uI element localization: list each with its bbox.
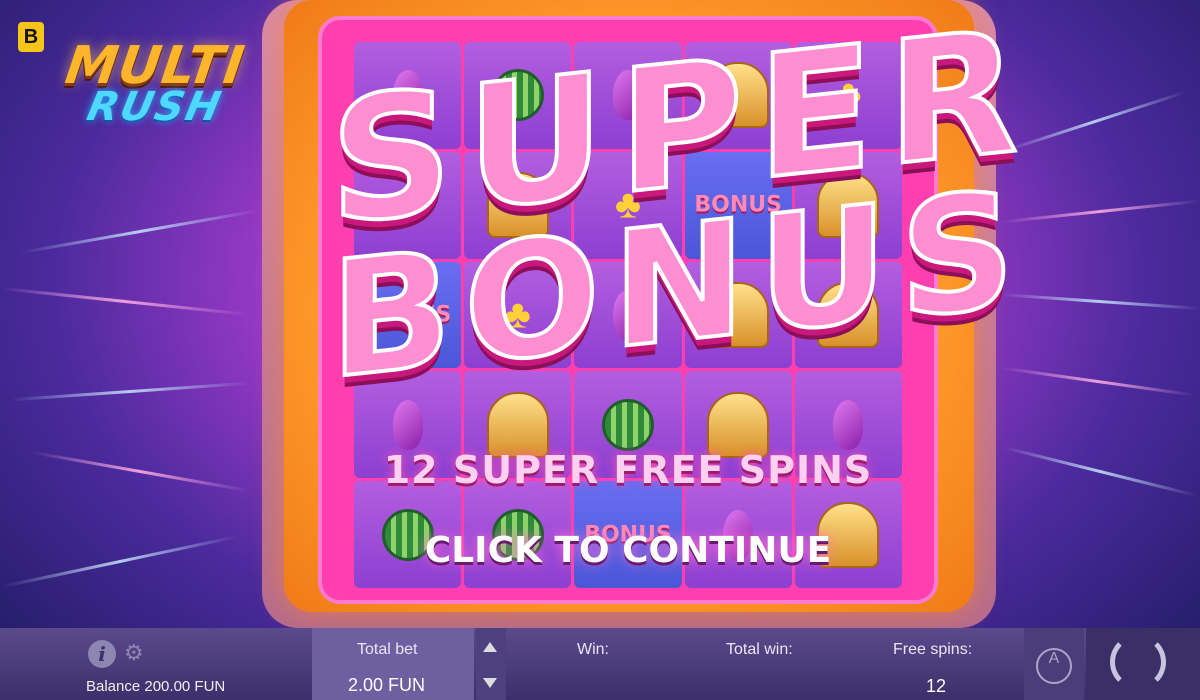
- win-label: Win:: [577, 641, 609, 658]
- total-win-label: Total win:: [726, 641, 793, 658]
- click-to-continue-button[interactable]: CLICK TO CONTINUE: [354, 530, 902, 571]
- speed-streak: [1000, 199, 1200, 224]
- speed-streak: [1002, 445, 1198, 498]
- free-spins-count: 12: [926, 676, 947, 696]
- info-icon[interactable]: i: [88, 640, 116, 668]
- eggplant-icon: [833, 399, 864, 450]
- speed-streak: [1000, 293, 1200, 310]
- speed-streak: [10, 381, 250, 402]
- spin-refresh-icon: [1110, 634, 1166, 690]
- free-spins-label: Free spins:: [893, 641, 973, 658]
- bottom-control-bar: i ⚙ Balance 200.00 FUN Total bet 2.00 FU…: [0, 628, 1200, 700]
- game-logo: MULTI RUSH: [62, 36, 266, 146]
- brand-badge: B: [18, 22, 44, 52]
- speed-streak: [21, 209, 259, 254]
- bet-decrease-arrow-icon[interactable]: [483, 678, 497, 688]
- free-spins-announcement: 12 SUPER FREE SPINS: [383, 448, 873, 492]
- logo-rush: RUSH: [83, 84, 227, 130]
- total-bet-label: Total bet: [357, 641, 418, 658]
- speed-streak: [0, 286, 250, 317]
- speed-streak: [31, 450, 249, 493]
- speed-streak: [2, 535, 238, 588]
- spin-button[interactable]: [1086, 628, 1200, 700]
- bet-stepper: [476, 628, 506, 700]
- autoplay-icon: A: [1036, 648, 1072, 684]
- gear-icon[interactable]: ⚙: [124, 642, 148, 666]
- total-bet-value: 2.00 FUN: [348, 675, 426, 695]
- autoplay-button[interactable]: A: [1024, 628, 1084, 700]
- bet-increase-arrow-icon[interactable]: [483, 642, 497, 652]
- watermelon-icon: [601, 398, 654, 451]
- speed-streak: [1000, 366, 1195, 397]
- balance-display: Balance 200.00 FUN: [86, 678, 226, 695]
- total-bet-panel: Total bet 2.00 FUN: [312, 628, 474, 700]
